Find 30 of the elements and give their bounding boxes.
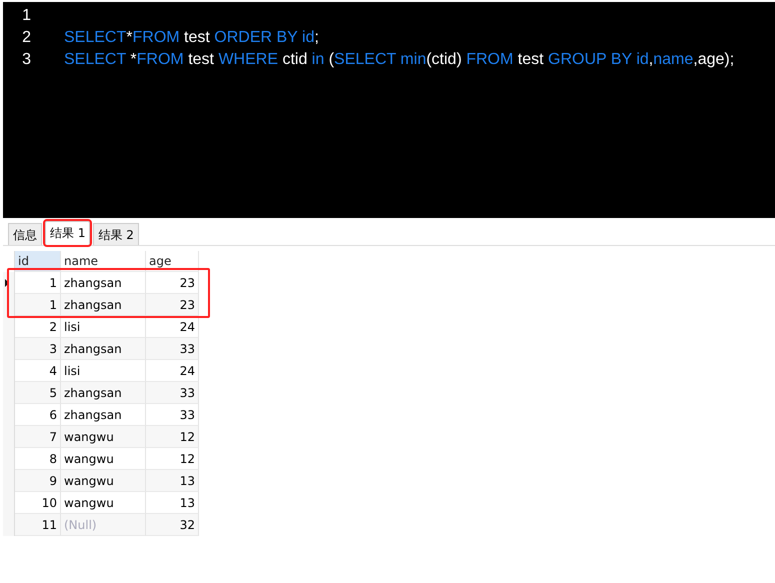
column-header[interactable]: id <box>15 251 61 272</box>
table-cell: 1 <box>15 294 61 316</box>
code-line: SELECT*FROM test ORDER BY id; <box>64 29 319 47</box>
table-cell: 32 <box>146 514 199 536</box>
table-cell: 3 <box>15 338 61 360</box>
line-number: 2 <box>21 29 32 47</box>
table-cell: 13 <box>146 470 199 492</box>
result-tab[interactable]: 结果 2 <box>93 223 139 245</box>
column-header[interactable]: name <box>61 251 146 272</box>
table-cell: 7 <box>15 426 61 448</box>
table-cell: 12 <box>146 426 199 448</box>
table-cell: zhangsan <box>61 382 146 404</box>
table-cell: 33 <box>146 338 199 360</box>
table-cell: wangwu <box>61 426 146 448</box>
table-cell: 9 <box>15 470 61 492</box>
sql-editor[interactable]: 1 2 SELECT*FROM test ORDER BY id; 3 SELECT *FROM test WHERE ctid in (SELECT min(ctid) FROM test GROUP BY id,name,age); <box>3 2 775 218</box>
table-cell: 5 <box>15 382 61 404</box>
table-cell: wangwu <box>61 470 146 492</box>
table-cell: 33 <box>146 382 199 404</box>
table-cell: zhangsan <box>61 338 146 360</box>
table-cell: 23 <box>146 294 199 316</box>
table-cell: zhangsan <box>61 294 146 316</box>
line-number: 1 <box>21 7 32 25</box>
code-line: SELECT *FROM test WHERE ctid in (SELECT min(ctid) FROM test GROUP BY id,name,age); <box>64 51 734 69</box>
result-tab[interactable]: 结果 1 <box>45 221 90 245</box>
column-header[interactable]: age <box>146 251 199 272</box>
table-cell: 11 <box>15 514 61 536</box>
result-tab[interactable]: 信息 <box>8 223 42 245</box>
table-cell: (Null) <box>61 514 146 536</box>
line-number: 3 <box>21 51 32 69</box>
